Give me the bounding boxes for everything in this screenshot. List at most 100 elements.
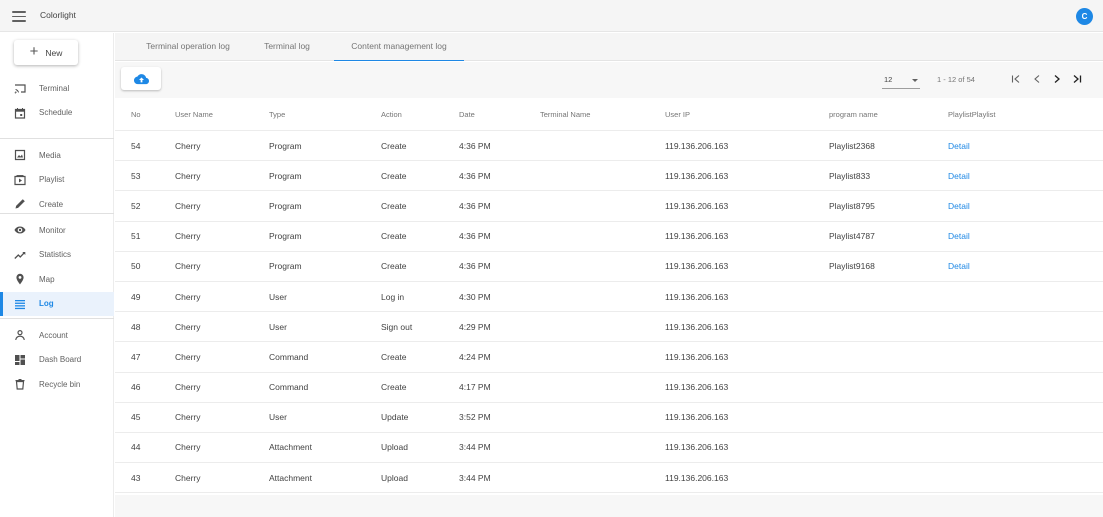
nav-divider xyxy=(0,318,114,319)
detail-link[interactable]: Detail xyxy=(948,141,970,151)
sidebar-item-playlist[interactable]: Playlist xyxy=(0,168,114,193)
nav-divider xyxy=(0,138,114,139)
cell-type: Program xyxy=(269,261,302,272)
cell-user-ip: 119.136.206.163 xyxy=(665,382,729,393)
sidebar-item-media[interactable]: Media xyxy=(0,143,114,168)
column-header-playlist: PlaylistPlaylist xyxy=(948,109,996,119)
tab-terminal-log[interactable]: Terminal log xyxy=(249,33,325,61)
dashboard-icon xyxy=(14,354,26,366)
tab-content-management-log[interactable]: Content management log xyxy=(334,33,464,61)
sidebar-item-schedule[interactable]: Schedule xyxy=(0,101,114,126)
sidebar-item-log[interactable]: Log xyxy=(0,291,114,316)
cell-user-ip: 119.136.206.163 xyxy=(665,231,729,242)
sidebar-item-label: Media xyxy=(39,150,61,160)
cell-type: Program xyxy=(269,200,302,211)
menu-icon[interactable] xyxy=(12,11,26,22)
cell-program-name: Playlist8795 xyxy=(829,200,875,211)
last-page-button[interactable] xyxy=(1069,71,1085,87)
new-button-label: New xyxy=(45,47,63,58)
cell-user-ip: 119.136.206.163 xyxy=(665,170,729,181)
pencil-icon xyxy=(14,198,26,210)
cell-no: 54 xyxy=(131,140,141,151)
tab-bar: Terminal operation log Terminal log Cont… xyxy=(115,33,1103,61)
cell-user-ip: 119.136.206.163 xyxy=(665,140,729,151)
detail-link[interactable]: Detail xyxy=(948,231,970,241)
sidebar-item-monitor[interactable]: Monitor xyxy=(0,218,114,243)
trash-icon xyxy=(14,378,26,390)
nav-group: Media Playlist Create xyxy=(0,143,114,217)
media-icon xyxy=(14,149,26,161)
main-content: Terminal operation log Terminal log Cont… xyxy=(115,33,1103,517)
column-header-action: Action xyxy=(381,109,402,119)
table-row: 53 Cherry Program Create 4:36 PM 119.136.206.… xyxy=(115,161,1103,192)
sidebar-item-label: Terminal xyxy=(39,83,70,93)
log-table: No User Name Type Action Date Terminal N… xyxy=(115,98,1103,494)
plus-icon: + xyxy=(29,43,39,60)
cell-no: 44 xyxy=(131,442,141,453)
previous-page-button[interactable] xyxy=(1029,71,1045,87)
cell-action: Create xyxy=(381,382,407,393)
user-avatar[interactable]: C xyxy=(1076,8,1093,25)
cell-action: Update xyxy=(381,412,409,423)
new-button[interactable]: + New xyxy=(14,40,78,65)
cast-icon xyxy=(14,82,26,94)
sidebar-item-map[interactable]: Map xyxy=(0,267,114,292)
column-header-program-name: program name xyxy=(829,109,878,119)
page-size-value: 12 xyxy=(884,75,893,84)
column-header-terminal-name: Terminal Name xyxy=(540,109,591,119)
top-app-bar: Colorlight C xyxy=(0,0,1103,32)
cell-user-ip: 119.136.206.163 xyxy=(665,261,729,272)
cell-user-name: Cherry xyxy=(175,412,201,423)
sidebar-item-dash-board[interactable]: Dash Board xyxy=(0,348,114,373)
tab-terminal-operation-log[interactable]: Terminal operation log xyxy=(129,33,247,61)
detail-link[interactable]: Detail xyxy=(948,201,970,211)
cell-action: Create xyxy=(381,261,407,272)
detail-link[interactable]: Detail xyxy=(948,261,970,271)
cell-program-name: Playlist833 xyxy=(829,170,871,181)
calendar-icon xyxy=(14,107,26,119)
cell-type: Attachment xyxy=(269,442,312,453)
sidebar-item-recycle-bin[interactable]: Recycle bin xyxy=(0,372,114,397)
column-header-user-ip: User IP xyxy=(665,109,691,119)
cell-no: 52 xyxy=(131,200,141,211)
cell-date: 3:44 PM xyxy=(459,472,491,483)
cell-no: 47 xyxy=(131,351,141,362)
table-toolbar: 12 1 - 12 of 54 xyxy=(115,62,1103,98)
cell-no: 48 xyxy=(131,321,141,332)
sidebar-item-statistics[interactable]: Statistics xyxy=(0,243,114,268)
column-header-user-name: User Name xyxy=(175,109,213,119)
cell-user-name: Cherry xyxy=(175,261,201,272)
cell-user-ip: 119.136.206.163 xyxy=(665,200,729,211)
next-page-button[interactable] xyxy=(1049,71,1065,87)
page-size-select[interactable]: 12 xyxy=(882,75,920,89)
cell-action: Create xyxy=(381,140,407,151)
detail-link[interactable]: Detail xyxy=(948,171,970,181)
sidebar-item-label: Map xyxy=(39,274,55,284)
sidebar-item-label: Account xyxy=(39,330,68,340)
sidebar-item-label: Recycle bin xyxy=(39,379,81,389)
chevron-left-icon xyxy=(1034,75,1040,83)
cell-date: 4:36 PM xyxy=(459,231,491,242)
pagination-range: 1 - 12 of 54 xyxy=(937,75,975,84)
nav-group: Terminal Schedule xyxy=(0,76,114,125)
nav-group: Account Dash Board Recycle bin xyxy=(0,323,114,397)
cell-type: User xyxy=(269,321,287,332)
upload-button[interactable] xyxy=(121,67,161,90)
pin-icon xyxy=(14,273,26,285)
sidebar-item-label: Schedule xyxy=(39,108,73,118)
first-page-button[interactable] xyxy=(1008,71,1024,87)
cell-user-name: Cherry xyxy=(175,351,201,362)
column-header-type: Type xyxy=(269,109,286,119)
column-header-date: Date xyxy=(459,109,475,119)
list-icon xyxy=(14,298,26,310)
sidebar: + New Terminal Schedule Media Playlist Creat… xyxy=(0,33,114,517)
cell-date: 4:24 PM xyxy=(459,351,491,362)
cell-user-ip: 119.136.206.163 xyxy=(665,442,729,453)
cell-program-name: Playlist4787 xyxy=(829,231,875,242)
cell-user-name: Cherry xyxy=(175,442,201,453)
sidebar-item-label: Log xyxy=(39,299,54,309)
person-icon xyxy=(14,329,26,341)
cell-date: 3:52 PM xyxy=(459,412,491,423)
sidebar-item-account[interactable]: Account xyxy=(0,323,114,348)
sidebar-item-terminal[interactable]: Terminal xyxy=(0,76,114,101)
